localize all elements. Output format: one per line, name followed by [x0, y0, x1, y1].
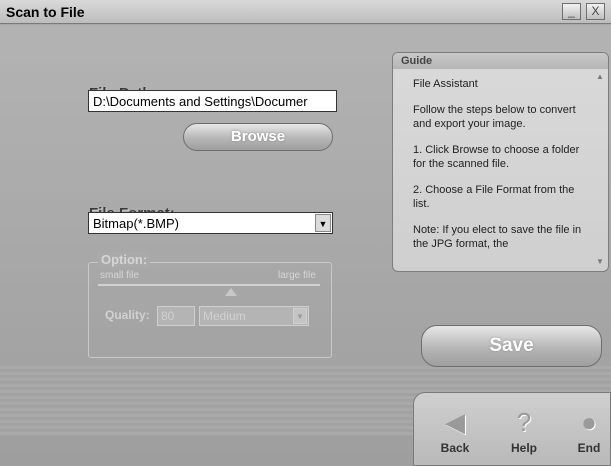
guide-line: 2. Choose a File Format from the list. — [413, 184, 575, 210]
guide-text: File Assistant Follow the steps below to… — [413, 77, 593, 263]
quality-slider-track[interactable] — [98, 284, 320, 286]
end-button[interactable]: ● End — [564, 407, 611, 455]
quality-level-value: Medium — [203, 309, 246, 323]
scan-to-file-window: Scan to File _ X File Path: D:\Documents… — [0, 0, 611, 466]
chevron-down-icon[interactable]: ▼ — [315, 214, 331, 232]
option-title: Option: — [98, 252, 151, 267]
end-icon: ● — [581, 407, 597, 437]
save-button[interactable]: Save — [421, 325, 602, 367]
file-format-select[interactable]: Bitmap(*.BMP) ▼ — [88, 212, 333, 234]
end-label: End — [577, 441, 601, 455]
guide-panel: Guide File Assistant Follow the steps be… — [392, 52, 609, 272]
quality-label: Quality: — [105, 308, 150, 322]
quality-value-input[interactable]: 80 — [157, 306, 195, 326]
guide-line: 1. Click Browse to choose a folder for t… — [413, 144, 580, 170]
chevron-down-icon[interactable]: ▼ — [293, 308, 307, 324]
guide-line: Follow the steps below to convert and ex… — [413, 104, 576, 130]
close-button[interactable]: X — [586, 3, 605, 20]
guide-header: Guide — [393, 53, 608, 69]
large-file-label: large file — [278, 270, 316, 281]
scroll-up-icon[interactable]: ▲ — [596, 72, 606, 81]
navigation-panel: ◀ Back ? Help ● End — [413, 392, 611, 466]
back-arrow-icon: ◀ — [445, 407, 465, 437]
minimize-button[interactable]: _ — [562, 3, 581, 20]
file-path-input[interactable]: D:\Documents and Settings\Documer — [88, 90, 337, 112]
scroll-down-icon[interactable]: ▼ — [596, 257, 606, 266]
close-icon: X — [591, 4, 600, 18]
help-label: Help — [510, 441, 537, 455]
guide-line: File Assistant — [413, 78, 478, 90]
back-label: Back — [440, 441, 470, 455]
question-icon: ? — [516, 407, 532, 437]
minimize-icon: _ — [568, 4, 575, 18]
quality-slider-thumb[interactable] — [225, 288, 237, 296]
back-button[interactable]: ◀ Back — [430, 407, 480, 455]
file-format-value: Bitmap(*.BMP) — [93, 216, 179, 231]
browse-button[interactable]: Browse — [183, 123, 333, 151]
title-bar: Scan to File _ X — [0, 0, 611, 24]
window-title: Scan to File — [6, 4, 85, 20]
guide-line: Note: If you elect to save the file in t… — [413, 224, 582, 250]
help-button[interactable]: ? Help — [499, 407, 549, 455]
small-file-label: small file — [100, 270, 139, 281]
quality-level-select[interactable]: Medium ▼ — [199, 306, 309, 326]
